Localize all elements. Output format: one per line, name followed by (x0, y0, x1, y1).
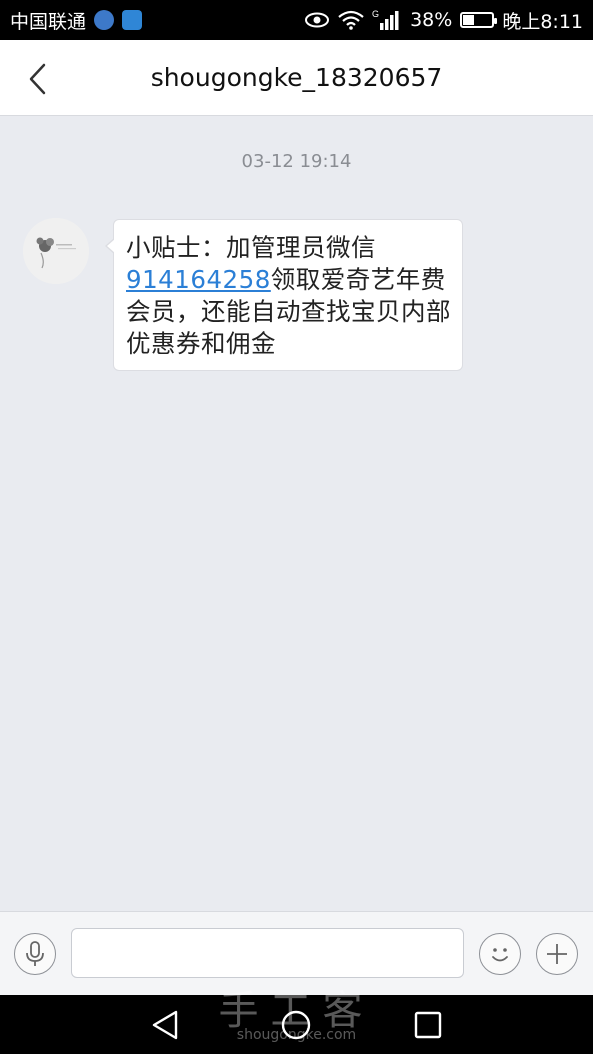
page-title: shougongke_18320657 (150, 63, 443, 92)
app-notification-icon (94, 10, 115, 30)
carrier-name: 中国联通 (10, 10, 87, 33)
message-timestamp: 03-12 19:14 (241, 151, 352, 172)
back-button[interactable] (24, 62, 54, 96)
battery-fill (463, 15, 474, 25)
status-left: 中国联通 (10, 7, 143, 34)
add-button[interactable] (536, 933, 578, 975)
hotspot-notification-icon (122, 10, 143, 30)
plus-icon (547, 944, 567, 964)
battery-icon (460, 12, 498, 28)
triangle-back-icon (152, 1010, 178, 1040)
circle-home-icon (281, 1010, 311, 1040)
input-bar (0, 911, 593, 996)
smiley-icon (492, 948, 508, 962)
system-nav-bar (0, 995, 593, 1054)
wifi-icon (338, 10, 364, 30)
message-bubble[interactable]: 小贴士：加管理员微信914164258领取爱奇艺年费会员，还能自动查找宝贝内部优… (105, 219, 463, 371)
signal-icon: G (372, 9, 402, 31)
network-type: G (372, 9, 379, 19)
chat-header: shougongke_18320657 (0, 40, 593, 116)
clock: 晚上8:11 (502, 10, 583, 33)
message-text-prefix: 小贴士：加管理员微信 (126, 233, 376, 262)
voice-button[interactable] (14, 933, 56, 975)
wechat-id-link[interactable]: 914164258 (126, 265, 271, 294)
chevron-left-icon (29, 63, 46, 95)
nav-home-button[interactable] (278, 1007, 314, 1043)
avatar[interactable] (23, 218, 89, 284)
square-recents-icon (414, 1011, 442, 1039)
emoji-button[interactable] (479, 933, 521, 975)
eye-comfort-icon (304, 11, 330, 29)
nav-back-button[interactable] (148, 1007, 184, 1043)
status-bar: 中国联通 G 38% 晚上8:11 (0, 0, 593, 40)
avatar-image (23, 218, 89, 284)
message-input[interactable] (71, 928, 464, 978)
battery-percent: 38% (410, 9, 453, 31)
microphone-icon (26, 941, 44, 966)
nav-recents-button[interactable] (410, 1007, 446, 1043)
status-right: G 38% 晚上8:11 (304, 7, 583, 34)
